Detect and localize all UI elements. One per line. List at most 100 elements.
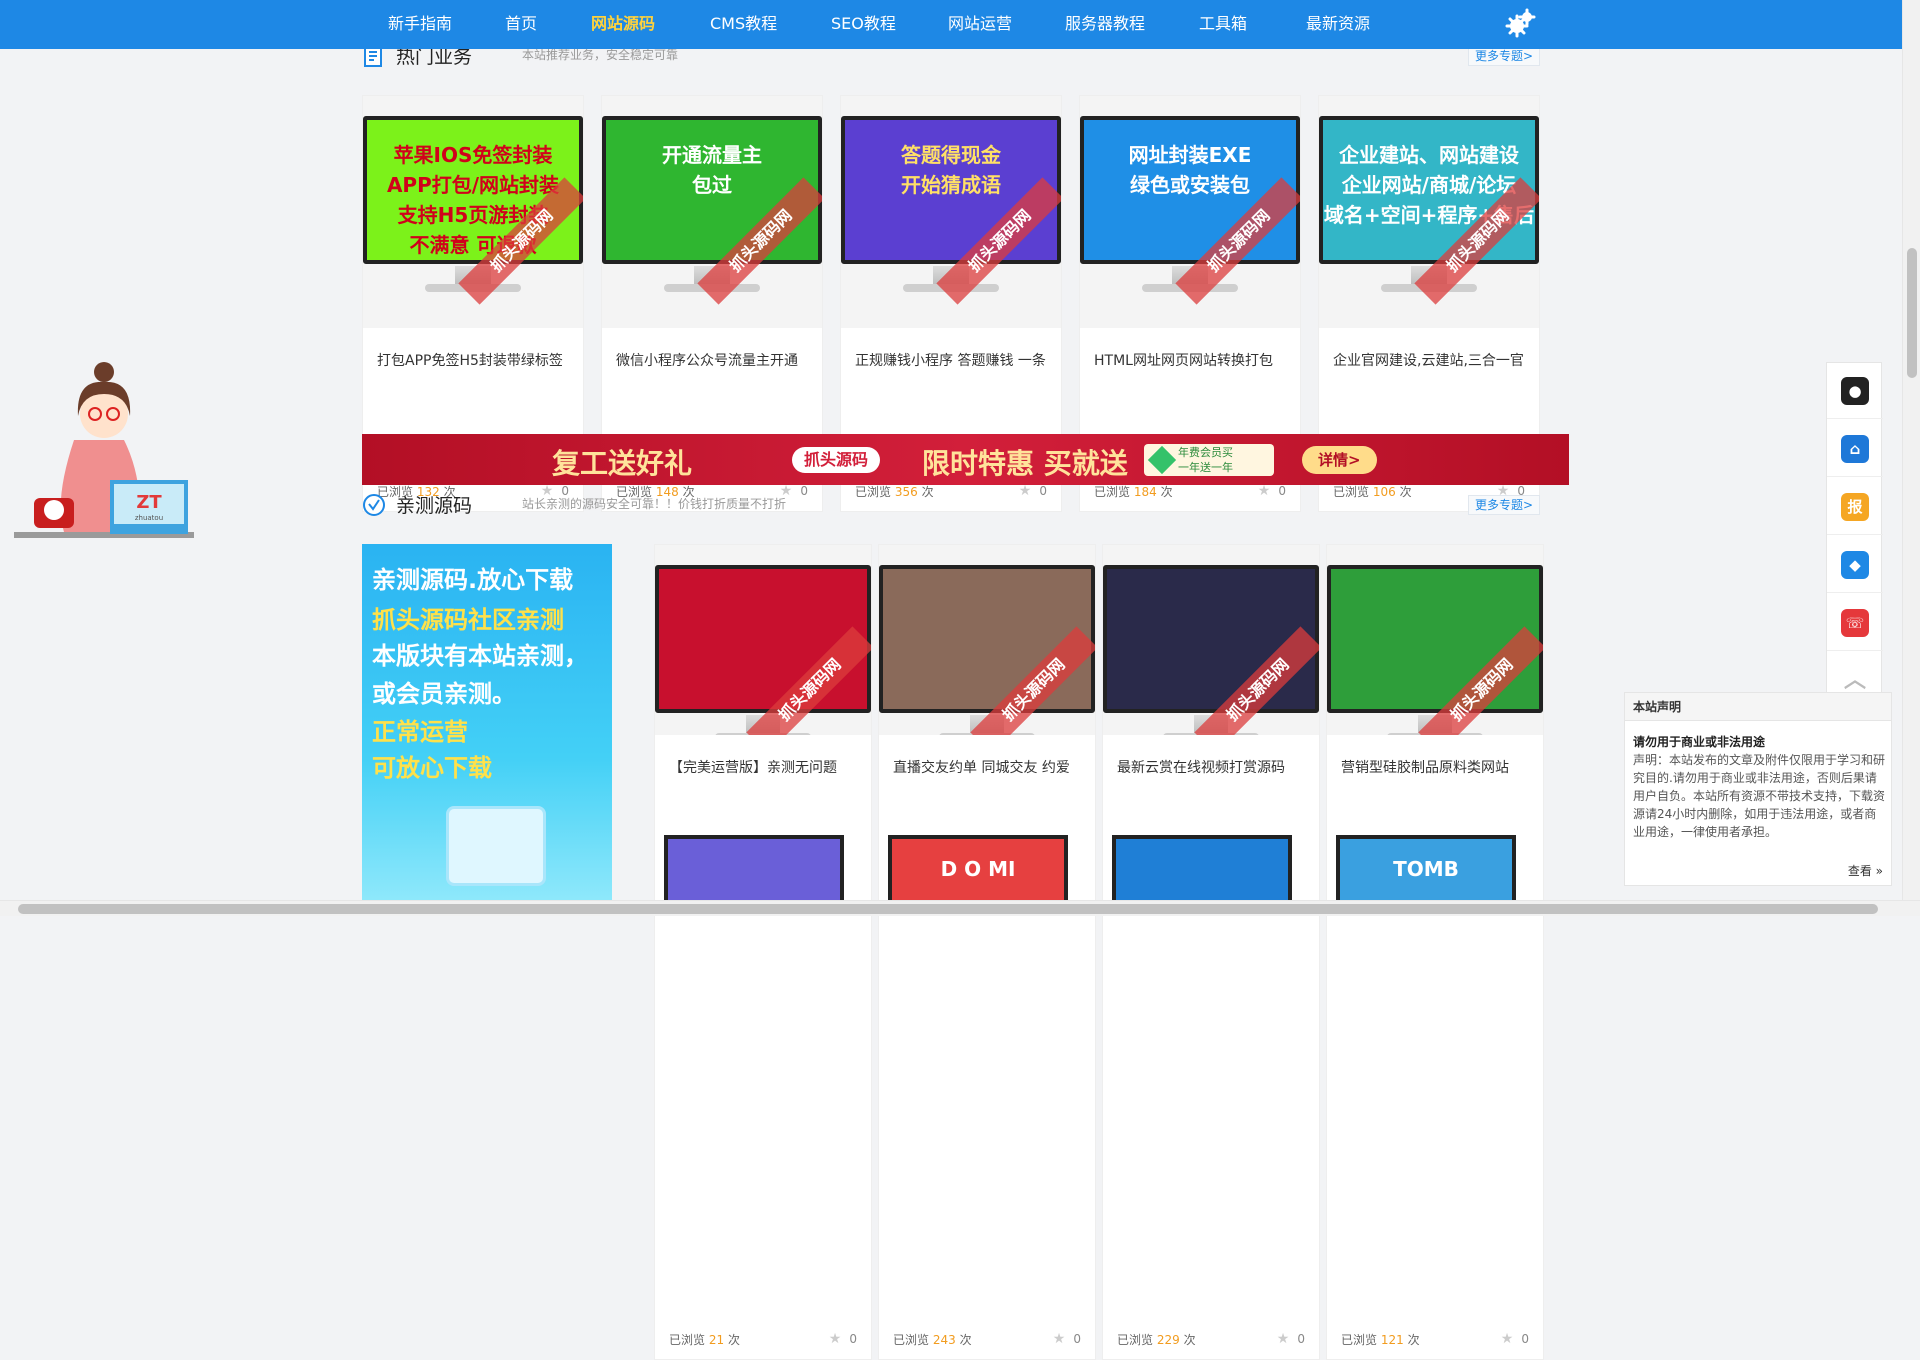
right-float-toolbar: ● ⌂ 报 ◆ ☏ ︿: [1826, 362, 1883, 722]
card-title[interactable]: HTML网址网页网站转换打包: [1094, 350, 1286, 370]
card-views: 已浏览 229 次: [1117, 1331, 1196, 1348]
nav-item-6[interactable]: 服务器教程: [1065, 0, 1145, 47]
card-likes[interactable]: ★ 0: [829, 1331, 857, 1347]
top-nav: 新手指南 首页 网站源码 CMS教程 SEO教程 网站运营 服务器教程 工具箱 最新资源: [0, 0, 1902, 49]
tested-card[interactable]: 抓头源码网 营销型硅胶制品原料类网站 已浏览 121 次 ★ 0: [1326, 544, 1544, 1360]
banner-vip-badge: 年费会员买 一年送一年: [1144, 444, 1274, 476]
views-count: 121: [1380, 1333, 1404, 1347]
views-count: 21: [708, 1333, 725, 1347]
likes-count: 0: [1073, 1332, 1081, 1346]
customer-service-button[interactable]: ●: [1827, 363, 1883, 419]
views-count: 229: [1156, 1333, 1180, 1347]
home-icon: ⌂: [1841, 435, 1869, 463]
tested-more-link[interactable]: 更多专题>: [1467, 495, 1540, 515]
card-title[interactable]: 营销型硅胶制品原料类网站: [1341, 757, 1529, 777]
product-thumbnail[interactable]: 抓头源码网: [879, 545, 1095, 735]
card-likes[interactable]: ★ 0: [1501, 1331, 1529, 1347]
nav-item-4[interactable]: SEO教程: [831, 0, 896, 47]
card-views: 已浏览 121 次: [1341, 1331, 1420, 1348]
tested-section-title: 亲测源码: [396, 495, 473, 517]
tested-card[interactable]: 抓头源码网 直播交友约单 同城交友 约爱 已浏览 243 次 ★ 0: [878, 544, 1096, 1360]
product-thumbnail[interactable]: 网址封装EXE 绿色或安装包 抓头源码网: [1080, 96, 1300, 328]
likes-count: 0: [849, 1332, 857, 1346]
star-icon[interactable]: ★: [1501, 1331, 1514, 1347]
notice-more-link[interactable]: 查看 »: [1848, 862, 1883, 879]
banner-detail-button[interactable]: 详情>: [1302, 446, 1377, 474]
product-thumbnail[interactable]: TOMB: [1336, 835, 1516, 900]
product-thumbnail[interactable]: [1112, 835, 1292, 900]
chevron-up-icon: ︿: [1843, 668, 1866, 693]
home-button[interactable]: ⌂: [1827, 421, 1883, 477]
card-likes[interactable]: ★ 0: [1053, 1331, 1081, 1347]
vip-button[interactable]: ◆: [1827, 537, 1883, 593]
promo-line: 或会员亲测。: [372, 680, 516, 708]
views-prefix: 已浏览: [893, 1333, 930, 1347]
nav-item-2[interactable]: 网站源码: [591, 0, 655, 47]
nav-item-7[interactable]: 工具箱: [1199, 0, 1247, 47]
card-title[interactable]: 企业官网建设,云建站,三合一官: [1333, 350, 1525, 370]
card-title[interactable]: 最新云赏在线视频打赏源码: [1117, 757, 1305, 777]
router-illustration: [446, 806, 546, 886]
views-prefix: 已浏览: [1341, 1333, 1378, 1347]
product-thumbnail[interactable]: [664, 835, 844, 900]
nav-item-0[interactable]: 新手指南: [388, 0, 452, 47]
nav-item-1[interactable]: 首页: [505, 0, 537, 47]
check-badge-icon: [363, 494, 385, 516]
notice-title: 本站声明: [1625, 693, 1891, 721]
product-thumbnail[interactable]: 答题得现金 开始猜成语 抓头源码网: [841, 96, 1061, 328]
report-icon: 报: [1841, 493, 1869, 521]
vertical-scrollbar[interactable]: [1902, 0, 1920, 900]
phone-icon: ☏: [1841, 609, 1869, 637]
tested-card[interactable]: 抓头源码网 【完美运营版】亲测无问题 已浏览 21 次 ★ 0: [654, 544, 872, 1360]
likes-count: 0: [1297, 1332, 1305, 1346]
promo-banner[interactable]: 复工送好礼 抓头源码 限时特惠 买就送 年费会员买 一年送一年 详情>: [362, 434, 1569, 485]
hot-more-link[interactable]: 更多专题>: [1467, 46, 1540, 66]
card-title[interactable]: 正规赚钱小程序 答题赚钱 一条: [855, 350, 1047, 370]
card-title[interactable]: 【完美运营版】亲测无问题: [669, 757, 857, 777]
views-prefix: 已浏览: [1117, 1333, 1154, 1347]
product-thumbnail[interactable]: 开通流量主 包过 抓头源码网: [602, 96, 822, 328]
card-title[interactable]: 打包APP免签H5封装带绿标签: [377, 350, 569, 370]
views-prefix: 已浏览: [669, 1333, 706, 1347]
support-badge-logo: ZT: [136, 492, 162, 513]
promo-line: 抓头源码社区亲测: [372, 606, 564, 634]
screen-text: 开通流量主 包过: [662, 143, 762, 197]
card-title[interactable]: 直播交友约单 同城交友 约爱: [893, 757, 1081, 777]
card-title[interactable]: 微信小程序公众号流量主开通: [616, 350, 808, 370]
horizontal-scrollbar[interactable]: [0, 900, 1920, 916]
nav-item-5[interactable]: 网站运营: [948, 0, 1012, 47]
views-suffix: 次: [1183, 1333, 1196, 1347]
star-icon[interactable]: ★: [1277, 1331, 1290, 1347]
notice-heading: 请勿用于商业或非法用途: [1633, 735, 1766, 749]
product-thumbnail[interactable]: 苹果IOS免签封装 APP打包/网站封装 支持H5页游封装 不满意 可退款抓头源…: [363, 96, 583, 328]
report-button[interactable]: 报: [1827, 479, 1883, 535]
product-thumbnail[interactable]: 企业建站、网站建设 企业网站/商城/论坛 域名+空间+程序+售后 抓头源码网: [1319, 96, 1539, 328]
tested-promo-panel[interactable]: 亲测源码.放心下载 抓头源码社区亲测 本版块有本站亲测， 或会员亲测。 正常运营 可放心下…: [362, 544, 612, 900]
tested-section-subtitle: 站长亲测的源码安全可靠！！价钱打折质量不打折: [522, 497, 787, 511]
customer-support-illustration[interactable]: ZT zhuatou: [14, 350, 194, 546]
views-suffix: 次: [727, 1333, 740, 1347]
vertical-scrollbar-thumb[interactable]: [1907, 248, 1917, 378]
nav-item-8[interactable]: 最新资源: [1306, 0, 1370, 47]
horizontal-scrollbar-thumb[interactable]: [18, 904, 1878, 914]
star-icon[interactable]: ★: [829, 1331, 842, 1347]
support-badge-sub: zhuatou: [135, 514, 163, 522]
tested-card[interactable]: 抓头源码网 最新云赏在线视频打赏源码 已浏览 229 次 ★ 0: [1102, 544, 1320, 1360]
notice-body: 声明：本站发布的文章及附件仅限用于学习和研究目的.请勿用于商业或非法用途，否则后…: [1633, 753, 1886, 839]
product-thumbnail[interactable]: 抓头源码网: [655, 545, 871, 735]
nav-item-3[interactable]: CMS教程: [710, 0, 777, 47]
screen-text: TOMB: [1393, 857, 1459, 881]
star-icon[interactable]: ★: [1053, 1331, 1066, 1347]
product-thumbnail[interactable]: D O MI: [888, 835, 1068, 900]
card-views: 已浏览 243 次: [893, 1331, 972, 1348]
product-thumbnail[interactable]: 抓头源码网: [1327, 545, 1543, 735]
diamond-icon: ◆: [1841, 551, 1869, 579]
screen-text: 答题得现金 开始猜成语: [901, 143, 1001, 197]
card-likes[interactable]: ★ 0: [1277, 1331, 1305, 1347]
gear-icon[interactable]: [1504, 8, 1536, 40]
views-suffix: 次: [1407, 1333, 1420, 1347]
site-notice-panel: 本站声明 请勿用于商业或非法用途 声明：本站发布的文章及附件仅限用于学习和研究目…: [1624, 692, 1892, 886]
contact-button[interactable]: ☏: [1827, 595, 1883, 651]
product-thumbnail[interactable]: 抓头源码网: [1103, 545, 1319, 735]
banner-left-text: 复工送好礼: [552, 447, 693, 480]
